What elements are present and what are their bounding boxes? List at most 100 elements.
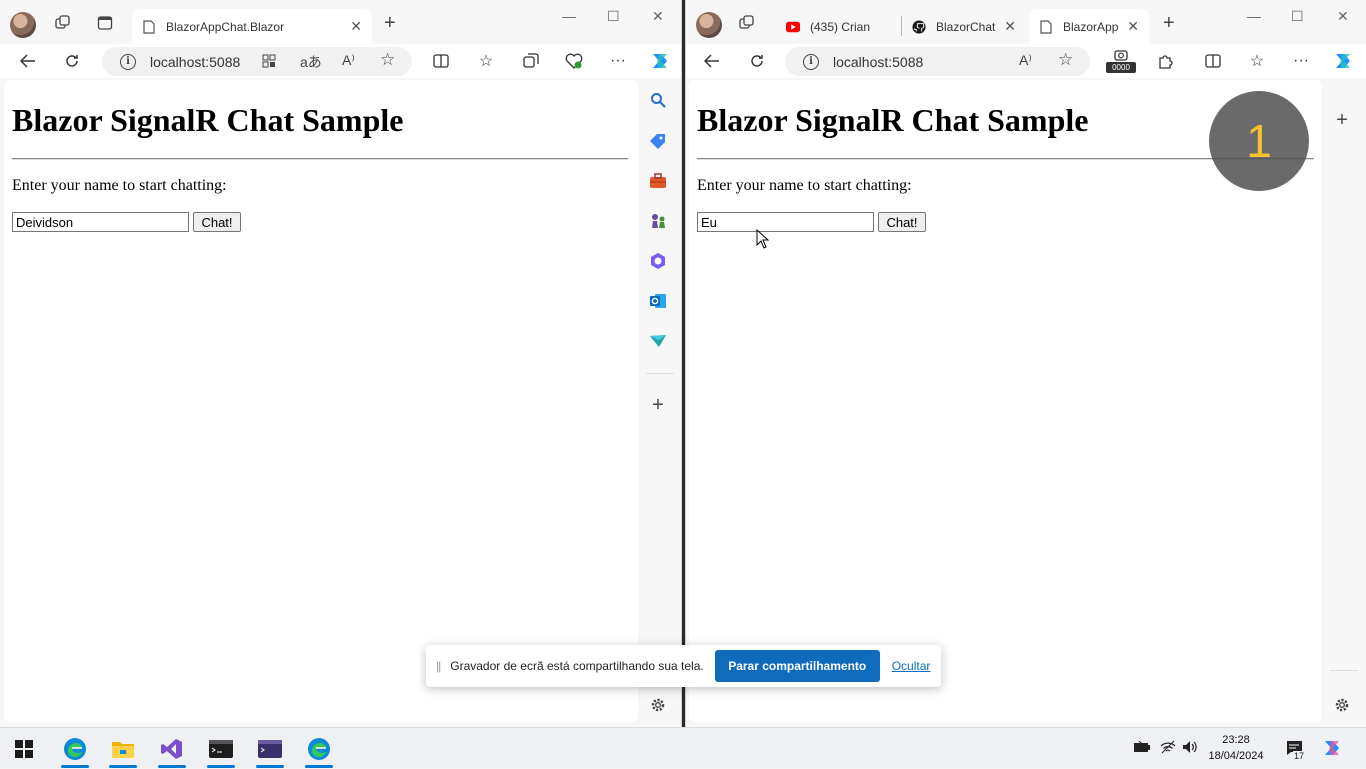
edge-taskbar-icon[interactable]: [55, 728, 95, 769]
close-window-icon[interactable]: ✕: [1337, 8, 1349, 25]
drop-send-icon[interactable]: [648, 331, 668, 351]
favorite-star-icon[interactable]: ☆: [380, 50, 395, 70]
profile-avatar[interactable]: [10, 12, 36, 38]
tab-strip: BlazorAppChat.Blazor ✕ + — ☐ ✕: [0, 0, 681, 44]
extensions-puzzle-icon[interactable]: [1155, 51, 1175, 71]
file-explorer-icon[interactable]: [103, 728, 143, 769]
tab-blazorappchat[interactable]: BlazorAppChat.Blazor ✕: [132, 9, 372, 44]
site-info-icon[interactable]: i: [803, 53, 819, 70]
read-aloud-icon[interactable]: A⁾: [1019, 52, 1032, 69]
tools-briefcase-icon[interactable]: [648, 171, 668, 191]
clock-date: 18/04/2024: [1208, 750, 1264, 762]
edge-taskbar-icon-2[interactable]: [299, 728, 339, 769]
vs-debug-console-icon[interactable]: [250, 728, 290, 769]
page-icon: [1039, 19, 1053, 34]
read-aloud-icon[interactable]: A⁾: [342, 52, 355, 69]
web-page-content: Blazor SignalR Chat Sample Enter your na…: [4, 80, 638, 722]
refresh-icon[interactable]: [62, 51, 82, 71]
site-info-icon[interactable]: i: [120, 53, 136, 70]
volume-icon[interactable]: [1182, 740, 1198, 757]
visual-studio-icon[interactable]: [152, 728, 192, 769]
edge-sidebar: +: [1322, 80, 1366, 727]
favorites-icon[interactable]: ☆: [476, 51, 496, 71]
tab-youtube[interactable]: (435) Crian: [776, 9, 898, 44]
favorite-star-icon[interactable]: ☆: [1058, 50, 1073, 70]
copilot-taskbar-icon[interactable]: [1322, 738, 1344, 761]
name-prompt: Enter your name to start chatting:: [697, 177, 912, 194]
drag-handle-icon[interactable]: ||: [436, 659, 441, 673]
wifi-icon[interactable]: [1160, 740, 1176, 757]
minimize-icon[interactable]: —: [1247, 8, 1261, 24]
hide-link[interactable]: Ocultar: [892, 659, 931, 673]
windows-taskbar: 23:28 18/04/2024 17: [0, 727, 1366, 768]
extension-badge: 0000: [1106, 62, 1136, 73]
games-chess-icon[interactable]: [648, 211, 668, 231]
sidebar-divider: [646, 373, 674, 374]
system-clock[interactable]: 23:28 18/04/2024: [1200, 732, 1272, 764]
sharing-message: Gravador de ecrã está compartilhando sua…: [450, 659, 704, 673]
battery-icon[interactable]: [1133, 740, 1151, 756]
tab-github[interactable]: BlazorChat ✕: [902, 9, 1026, 44]
collections-icon[interactable]: [521, 51, 541, 71]
close-tab-icon[interactable]: ✕: [350, 18, 362, 35]
url-text: localhost:5088: [833, 53, 924, 70]
tab-title: BlazorChat: [936, 19, 996, 34]
add-sidebar-app-icon[interactable]: +: [648, 394, 668, 416]
profile-avatar[interactable]: [696, 12, 722, 38]
mouse-cursor-icon: [756, 229, 770, 249]
split-screen-icon[interactable]: [431, 51, 451, 71]
settings-more-icon[interactable]: ···: [608, 51, 628, 71]
translate-icon[interactable]: aあ: [300, 52, 322, 72]
favorites-icon[interactable]: ☆: [1247, 51, 1267, 71]
extension-counter[interactable]: 0000: [1106, 49, 1136, 75]
github-icon: [912, 19, 926, 34]
address-bar[interactable]: i localhost:5088 aあ A⁾ ☆: [102, 47, 412, 76]
maximize-icon[interactable]: ☐: [607, 8, 620, 25]
divider: [12, 158, 628, 160]
workspaces-icon[interactable]: [736, 12, 758, 34]
chat-button[interactable]: Chat!: [193, 212, 241, 232]
close-tab-icon[interactable]: ✕: [1004, 18, 1016, 35]
browser-toolbar: i localhost:5088 aあ A⁾ ☆ ☆ ···: [0, 44, 681, 78]
copilot-icon[interactable]: [1331, 49, 1355, 73]
browser-essentials-icon[interactable]: [564, 51, 584, 71]
terminal-icon[interactable]: [201, 728, 241, 769]
settings-more-icon[interactable]: ···: [1291, 51, 1311, 71]
refresh-icon[interactable]: [747, 51, 767, 71]
split-screen-icon[interactable]: [1203, 51, 1223, 71]
stop-sharing-button[interactable]: Parar compartilhamento: [714, 650, 880, 682]
tab-blazorappchat[interactable]: BlazorAppC ✕: [1029, 9, 1149, 44]
sidebar-divider: [1330, 670, 1358, 671]
sidebar-settings-gear-icon[interactable]: [1332, 695, 1352, 715]
sidebar-settings-gear-icon[interactable]: [648, 695, 668, 715]
username-input[interactable]: [697, 212, 874, 232]
new-tab-button[interactable]: +: [384, 13, 396, 33]
back-icon[interactable]: [18, 51, 38, 71]
tab-title: (435) Crian: [810, 19, 871, 34]
microsoft-365-icon[interactable]: [648, 251, 668, 271]
add-sidebar-app-icon[interactable]: +: [1332, 109, 1352, 131]
close-tab-icon[interactable]: ✕: [1127, 18, 1139, 35]
maximize-icon[interactable]: ☐: [1291, 8, 1304, 25]
outlook-icon[interactable]: [648, 291, 668, 311]
notification-count: 17: [1293, 751, 1306, 761]
chat-button[interactable]: Chat!: [878, 212, 926, 232]
youtube-icon: [786, 20, 800, 34]
tab-title: BlazorAppC: [1063, 19, 1119, 34]
new-tab-button[interactable]: +: [1163, 13, 1175, 33]
minimize-icon[interactable]: —: [562, 8, 576, 24]
app-available-icon[interactable]: [262, 54, 276, 71]
workspaces-icon[interactable]: [52, 12, 74, 34]
notifications-icon[interactable]: 17: [1285, 740, 1306, 761]
back-icon[interactable]: [702, 51, 722, 71]
start-windows-icon[interactable]: [4, 728, 44, 769]
shopping-tag-icon[interactable]: [648, 131, 668, 151]
browser-window-left: BlazorAppChat.Blazor ✕ + — ☐ ✕ i localho…: [0, 0, 682, 727]
tab-actions-icon[interactable]: [94, 12, 116, 34]
address-bar[interactable]: i localhost:5088 A⁾ ☆: [785, 47, 1090, 76]
username-input[interactable]: [12, 212, 189, 232]
search-icon[interactable]: [648, 90, 668, 110]
copilot-icon[interactable]: [648, 49, 672, 73]
page-title: Blazor SignalR Chat Sample: [697, 102, 1089, 138]
close-window-icon[interactable]: ✕: [652, 8, 664, 25]
